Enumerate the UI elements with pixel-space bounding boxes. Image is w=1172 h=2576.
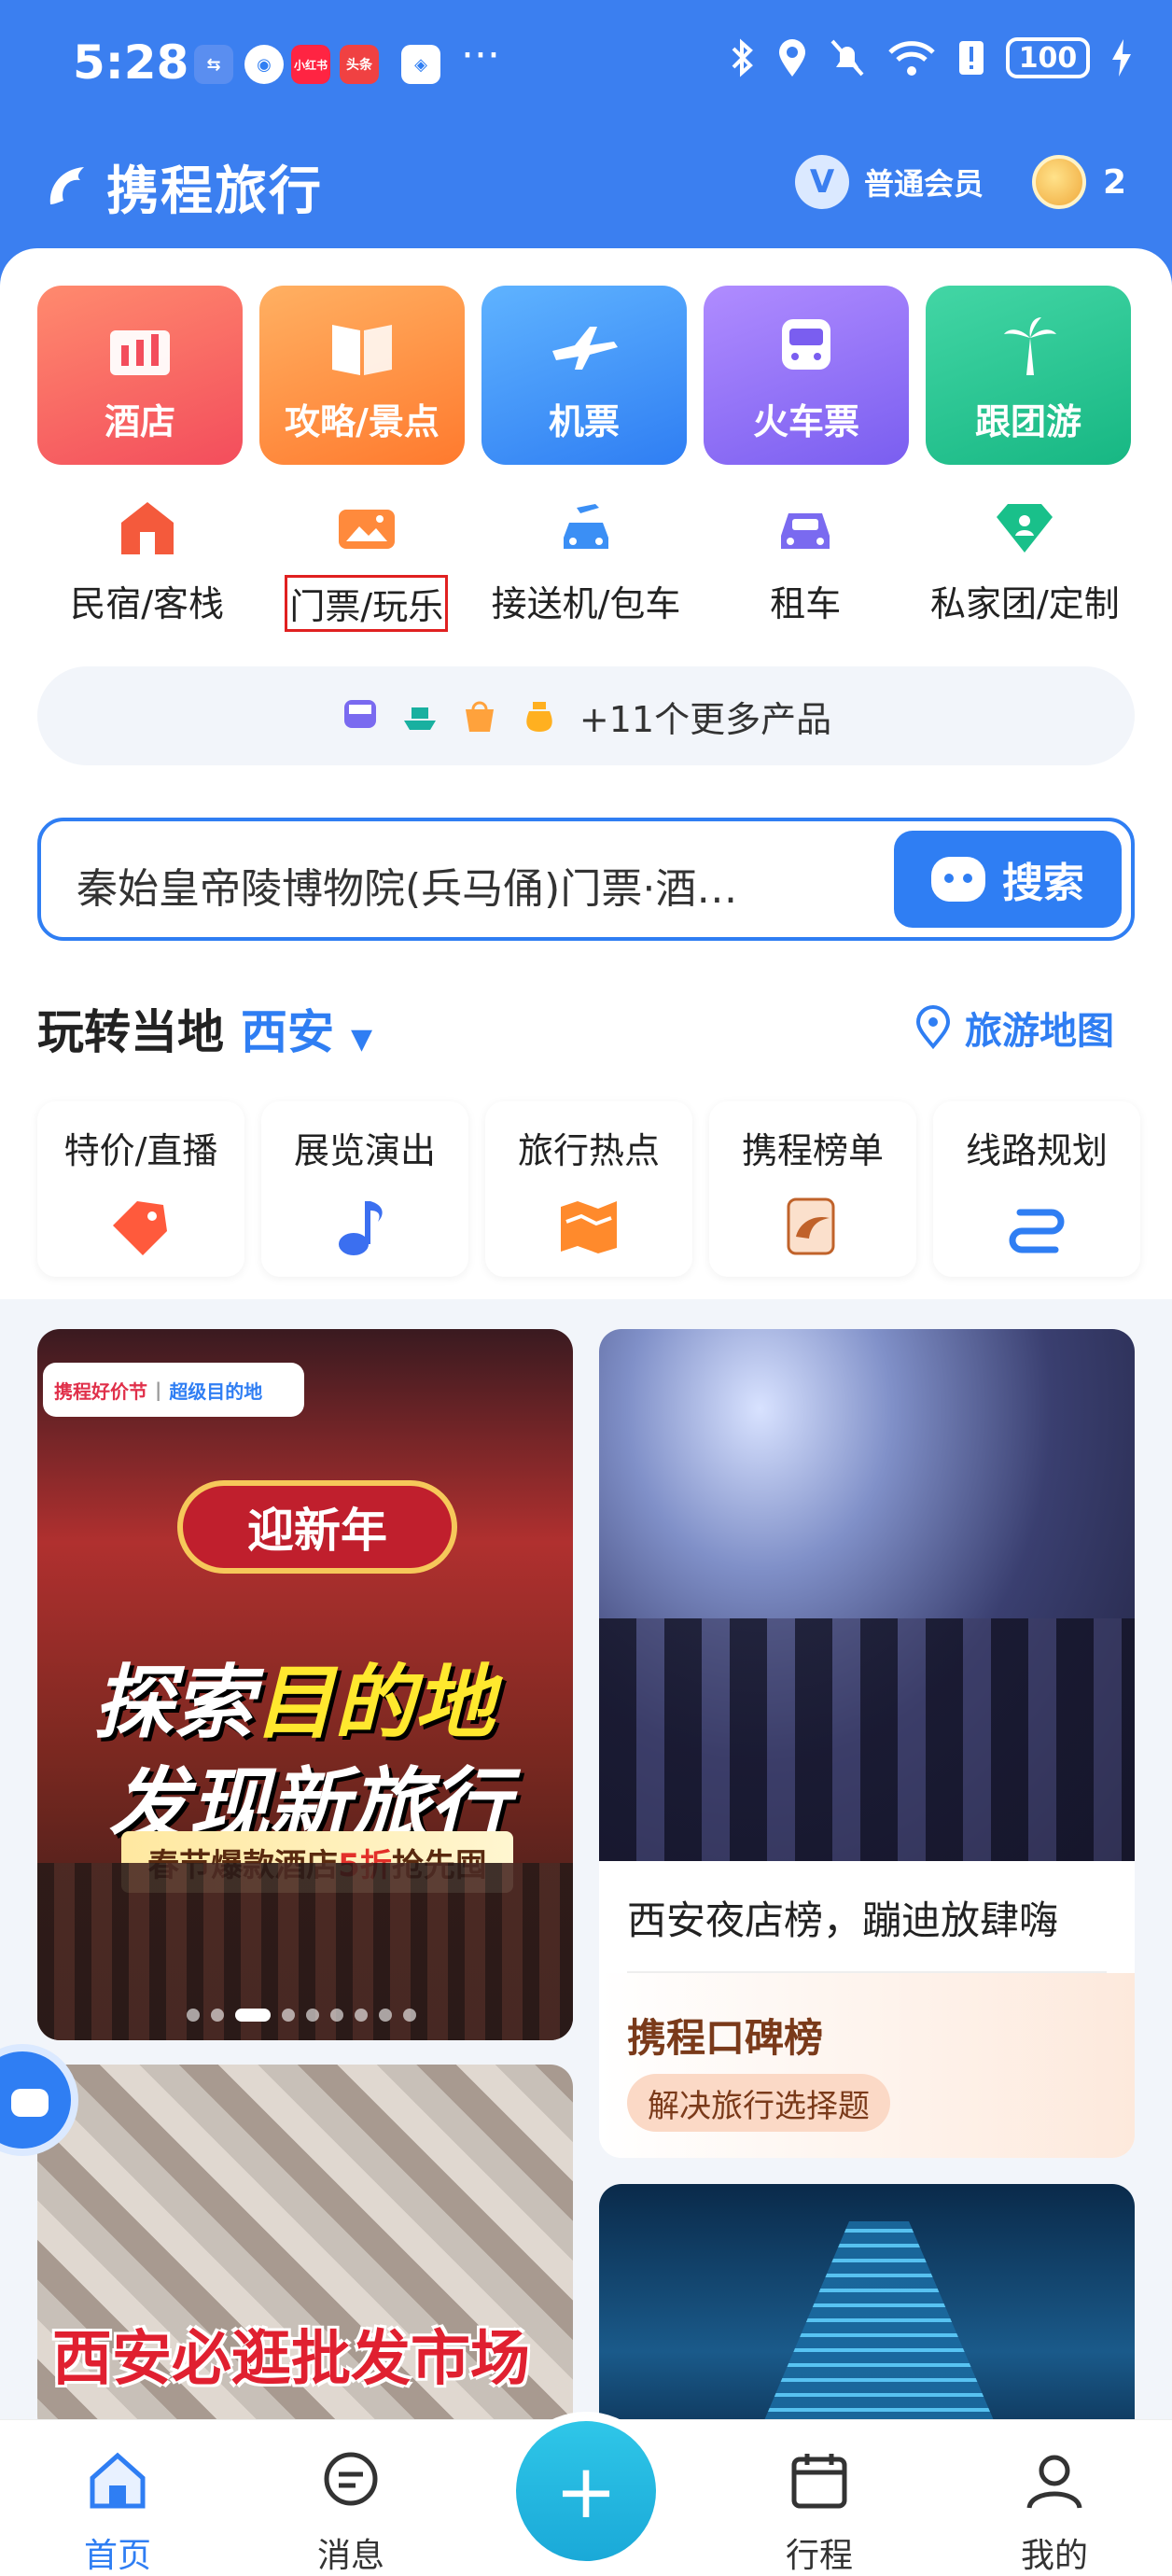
tab-messages[interactable]: 消息 xyxy=(276,2448,426,2576)
airplane-icon xyxy=(552,327,618,370)
sim-alert-icon xyxy=(959,41,984,75)
tickets-label-highlight: 门票/玩乐 xyxy=(285,575,449,632)
feed-card-title: 西安夜店榜，蹦迪放肆嗨 xyxy=(627,1897,1059,1943)
service-train[interactable]: 火车票 xyxy=(704,286,909,465)
ranking-icon xyxy=(787,1197,835,1255)
tab-itinerary[interactable]: 行程 xyxy=(745,2448,894,2576)
brand-name: 携程旅行 xyxy=(106,161,323,222)
vpn-icon: ◉ xyxy=(244,45,284,84)
xiaohongshu-icon: 小红书 xyxy=(291,45,330,84)
feed-card-nightclub[interactable]: 西安夜店榜，蹦迪放肆嗨 携程口碑榜 解决旅行选择题 xyxy=(599,1329,1135,2158)
coin-count: 2 xyxy=(1103,162,1127,202)
dolphin-logo-icon xyxy=(49,166,84,204)
status-bar: 5:28 ⇆ ◉ 小红书 头条 ◈ ··· 100 xyxy=(0,0,1172,134)
search-box[interactable]: 秦始皇帝陵博物院(兵马俑)门票·酒… 搜索 xyxy=(37,818,1135,941)
ticket-icon xyxy=(338,510,395,549)
bluetooth-icon xyxy=(732,38,753,77)
carousel-indicator xyxy=(187,2009,416,2022)
train-icon xyxy=(782,319,830,370)
price-tag-icon xyxy=(113,1201,167,1255)
ship-icon xyxy=(403,707,436,730)
service-flight[interactable]: 机票 xyxy=(481,286,687,465)
itinerary-icon xyxy=(791,2454,847,2509)
service-airport-transfer[interactable]: 接送机/包车 xyxy=(476,495,695,632)
concert-image xyxy=(599,1329,1135,1861)
caret-down-icon[interactable]: ▼ xyxy=(351,1023,372,1056)
member-v-icon: V xyxy=(795,155,849,209)
local-features: 特价/直播 展览演出 旅行热点 携程榜单 线路规划 xyxy=(37,1101,1140,1277)
profile-icon xyxy=(1026,2455,1082,2509)
secondary-services: 民宿/客栈 门票/玩乐 接送机/包车 租车 私家团/定制 xyxy=(37,495,1135,632)
more-notifications-icon: ··· xyxy=(461,32,500,79)
more-products-bar[interactable]: +11个更多产品 xyxy=(37,666,1135,765)
city-selector[interactable]: 西安 xyxy=(241,995,334,1062)
local-title: 玩转当地 xyxy=(37,1005,224,1059)
location-icon xyxy=(779,39,805,77)
map-pin-icon xyxy=(915,1005,951,1050)
toutiao-icon: 头条 xyxy=(340,45,379,84)
banner-headline-1: 探索目的地 xyxy=(93,1657,495,1750)
member-label: 普通会员 xyxy=(864,166,984,202)
travel-map-link[interactable]: 旅游地图 xyxy=(911,1001,1114,1055)
feed-card-market[interactable]: 西安必逛批发市场 xyxy=(37,2065,573,2438)
search-input[interactable]: 秦始皇帝陵博物院(兵马俑)门票·酒… xyxy=(77,855,879,915)
money-bag-icon xyxy=(526,702,552,732)
hot-map-icon xyxy=(561,1201,617,1253)
service-car-rental[interactable]: 租车 xyxy=(696,495,915,632)
airport-car-icon xyxy=(564,504,608,549)
service-hotel[interactable]: 酒店 xyxy=(37,286,243,465)
route-icon xyxy=(1009,1209,1065,1253)
shopping-bag-icon xyxy=(465,701,494,732)
publish-plus-button[interactable]: + xyxy=(516,2421,656,2561)
message-icon xyxy=(324,2452,378,2506)
home-icon xyxy=(90,2452,146,2509)
homestay-icon xyxy=(120,502,174,554)
palm-tree-icon xyxy=(1004,317,1056,375)
tab-home[interactable]: 首页 xyxy=(43,2448,192,2576)
car-rental-icon xyxy=(781,513,830,549)
battery-indicator: 100 xyxy=(1006,37,1090,78)
robot-icon xyxy=(931,857,985,902)
membership-entry[interactable]: V 普通会员 xyxy=(795,155,984,209)
wifi-icon xyxy=(888,41,935,76)
feature-hot-spots[interactable]: 旅行热点 xyxy=(485,1101,692,1277)
service-tickets[interactable]: 门票/玩乐 xyxy=(257,495,476,632)
feature-rankings[interactable]: 携程榜单 xyxy=(709,1101,916,1277)
mute-icon xyxy=(830,39,864,77)
service-custom-tour[interactable]: 私家团/定制 xyxy=(915,495,1135,632)
promo-chip: 携程好价节 | 超级目的地 xyxy=(43,1363,304,1417)
more-products-label: +11个更多产品 xyxy=(579,698,832,740)
status-time: 5:28 xyxy=(73,35,189,90)
service-homestay[interactable]: 民宿/客栈 xyxy=(37,495,257,632)
coin-icon xyxy=(1032,155,1086,209)
ranking-tag: 解决旅行选择题 xyxy=(627,2074,890,2132)
service-group-tour[interactable]: 跟团游 xyxy=(926,286,1131,465)
app-icon: ◈ xyxy=(401,45,440,84)
usb-icon: ⇆ xyxy=(194,45,233,84)
tab-profile[interactable]: 我的 xyxy=(980,2448,1129,2576)
primary-services: 酒店 攻略/景点 机票 火车票 跟团游 xyxy=(37,286,1131,465)
search-button[interactable]: 搜索 xyxy=(894,831,1122,928)
feature-route-planning[interactable]: 线路规划 xyxy=(933,1101,1140,1277)
feed-card-market-title: 西安必逛批发市场 xyxy=(52,2325,530,2394)
ranking-brand: 携程口碑榜 xyxy=(627,2015,824,2061)
hotel-icon xyxy=(110,330,170,375)
banner-sign: 迎新年 xyxy=(177,1480,457,1574)
ctrip-logo: 携程旅行 xyxy=(41,149,323,225)
service-guide[interactable]: 攻略/景点 xyxy=(259,286,465,465)
local-section-header: 玩转当地 西安 ▼ xyxy=(37,995,372,1062)
charging-icon xyxy=(1112,39,1131,77)
promo-banner[interactable]: 携程好价节 | 超级目的地 迎新年 探索目的地 发现新旅行 春节爆款酒店5折抢先… xyxy=(37,1329,573,2040)
music-note-icon xyxy=(339,1201,383,1255)
custom-tour-icon xyxy=(997,504,1053,553)
feature-deals[interactable]: 特价/直播 xyxy=(37,1101,244,1277)
bus-icon xyxy=(343,700,376,728)
feature-shows[interactable]: 展览演出 xyxy=(261,1101,468,1277)
guide-book-icon xyxy=(332,325,392,375)
coin-entry[interactable]: 2 xyxy=(1032,155,1126,209)
